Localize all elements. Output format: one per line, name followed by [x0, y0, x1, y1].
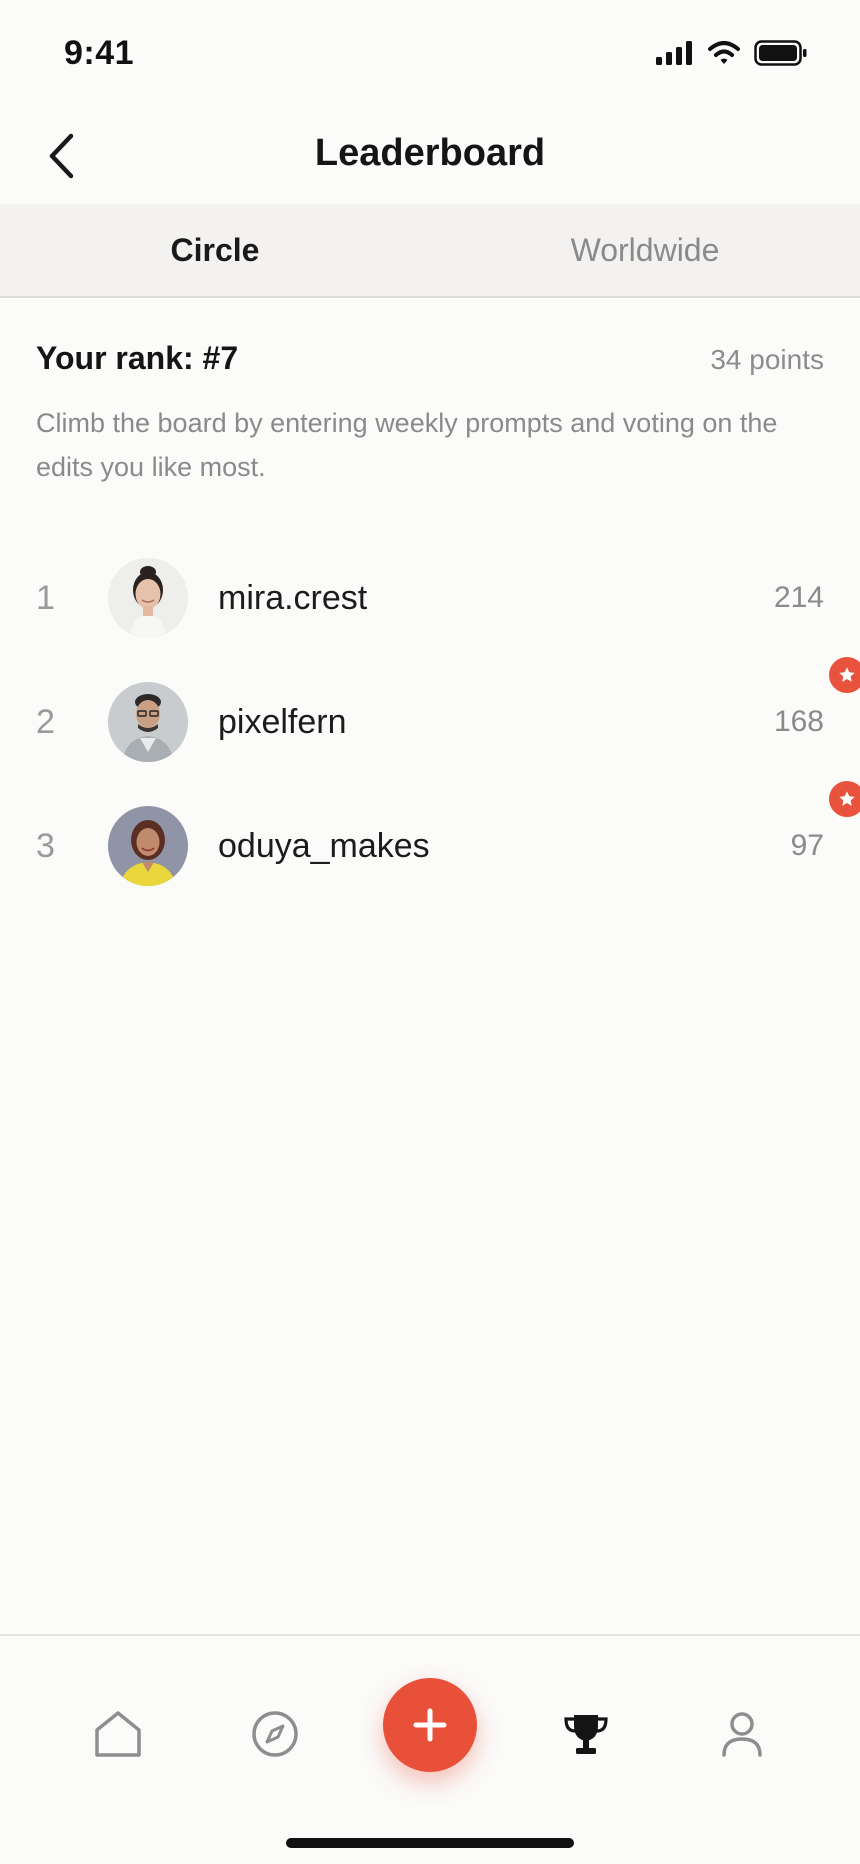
leaderboard-list: 1 mira.crest 214 2 pixelfern 168 3 oduya…: [0, 536, 860, 908]
rank-summary: Your rank: #7 34 points Climb the board …: [36, 340, 824, 489]
avatar[interactable]: [108, 806, 188, 886]
leader-score: 214: [773, 581, 824, 614]
your-points: 34 points: [710, 344, 824, 375]
leader-score: 97: [790, 829, 824, 862]
leaderboard-row[interactable]: 1 mira.crest 214: [0, 536, 860, 660]
wifi-icon: [708, 41, 740, 64]
cellular-signal-icon: [656, 41, 692, 65]
create-button[interactable]: [383, 1678, 477, 1772]
page-title: Leaderboard: [314, 132, 546, 174]
tab-circle[interactable]: Circle: [0, 204, 430, 296]
trophy-icon: [564, 1715, 608, 1754]
home-icon: [95, 1711, 141, 1757]
leader-name[interactable]: pixelfern: [218, 703, 347, 742]
leader-rank: 2: [36, 702, 55, 741]
leaderboard-tabs: Circle Worldwide: [0, 204, 860, 298]
profile-icon: [722, 1712, 762, 1757]
nav-home[interactable]: [86, 1702, 150, 1766]
rank-description: Climb the board by entering weekly promp…: [36, 408, 778, 482]
avatar-image: [108, 682, 188, 762]
leader-name[interactable]: oduya_makes: [218, 827, 430, 866]
status-time: 9:41: [64, 34, 135, 72]
status-icons: [656, 40, 808, 66]
plus-icon: [413, 1708, 447, 1742]
leaderboard-row[interactable]: 3 oduya_makes 97: [0, 778, 860, 908]
bottom-nav: [0, 1634, 860, 1864]
battery-icon: [754, 40, 807, 66]
status-bar: 9:41: [0, 0, 860, 104]
star-badge-icon: [826, 778, 860, 820]
leader-score: 168: [773, 705, 824, 738]
nav-leaderboard[interactable]: [554, 1702, 618, 1766]
avatar[interactable]: [108, 558, 188, 638]
nav-explore[interactable]: [243, 1702, 307, 1766]
avatar[interactable]: [108, 682, 188, 762]
rank-row: Your rank: #7 34 points: [36, 340, 824, 377]
avatar-image: [108, 806, 188, 886]
header: Leaderboard: [0, 104, 860, 204]
your-rank-label: Your rank: #7: [36, 340, 239, 376]
leaderboard-row[interactable]: 2 pixelfern 168: [0, 654, 860, 784]
avatar-image: [108, 558, 188, 638]
tab-worldwide[interactable]: Worldwide: [430, 204, 860, 296]
home-indicator: [286, 1838, 574, 1848]
leader-name[interactable]: mira.crest: [218, 579, 367, 618]
leader-rank: 1: [36, 578, 55, 617]
compass-icon: [252, 1711, 298, 1757]
star-badge-icon: [826, 654, 860, 696]
leader-rank: 3: [36, 826, 55, 865]
nav-profile[interactable]: [710, 1702, 774, 1766]
leaderboard-screen: 9:41 Leaderboard Circle Worldwide Your r…: [0, 0, 860, 1864]
